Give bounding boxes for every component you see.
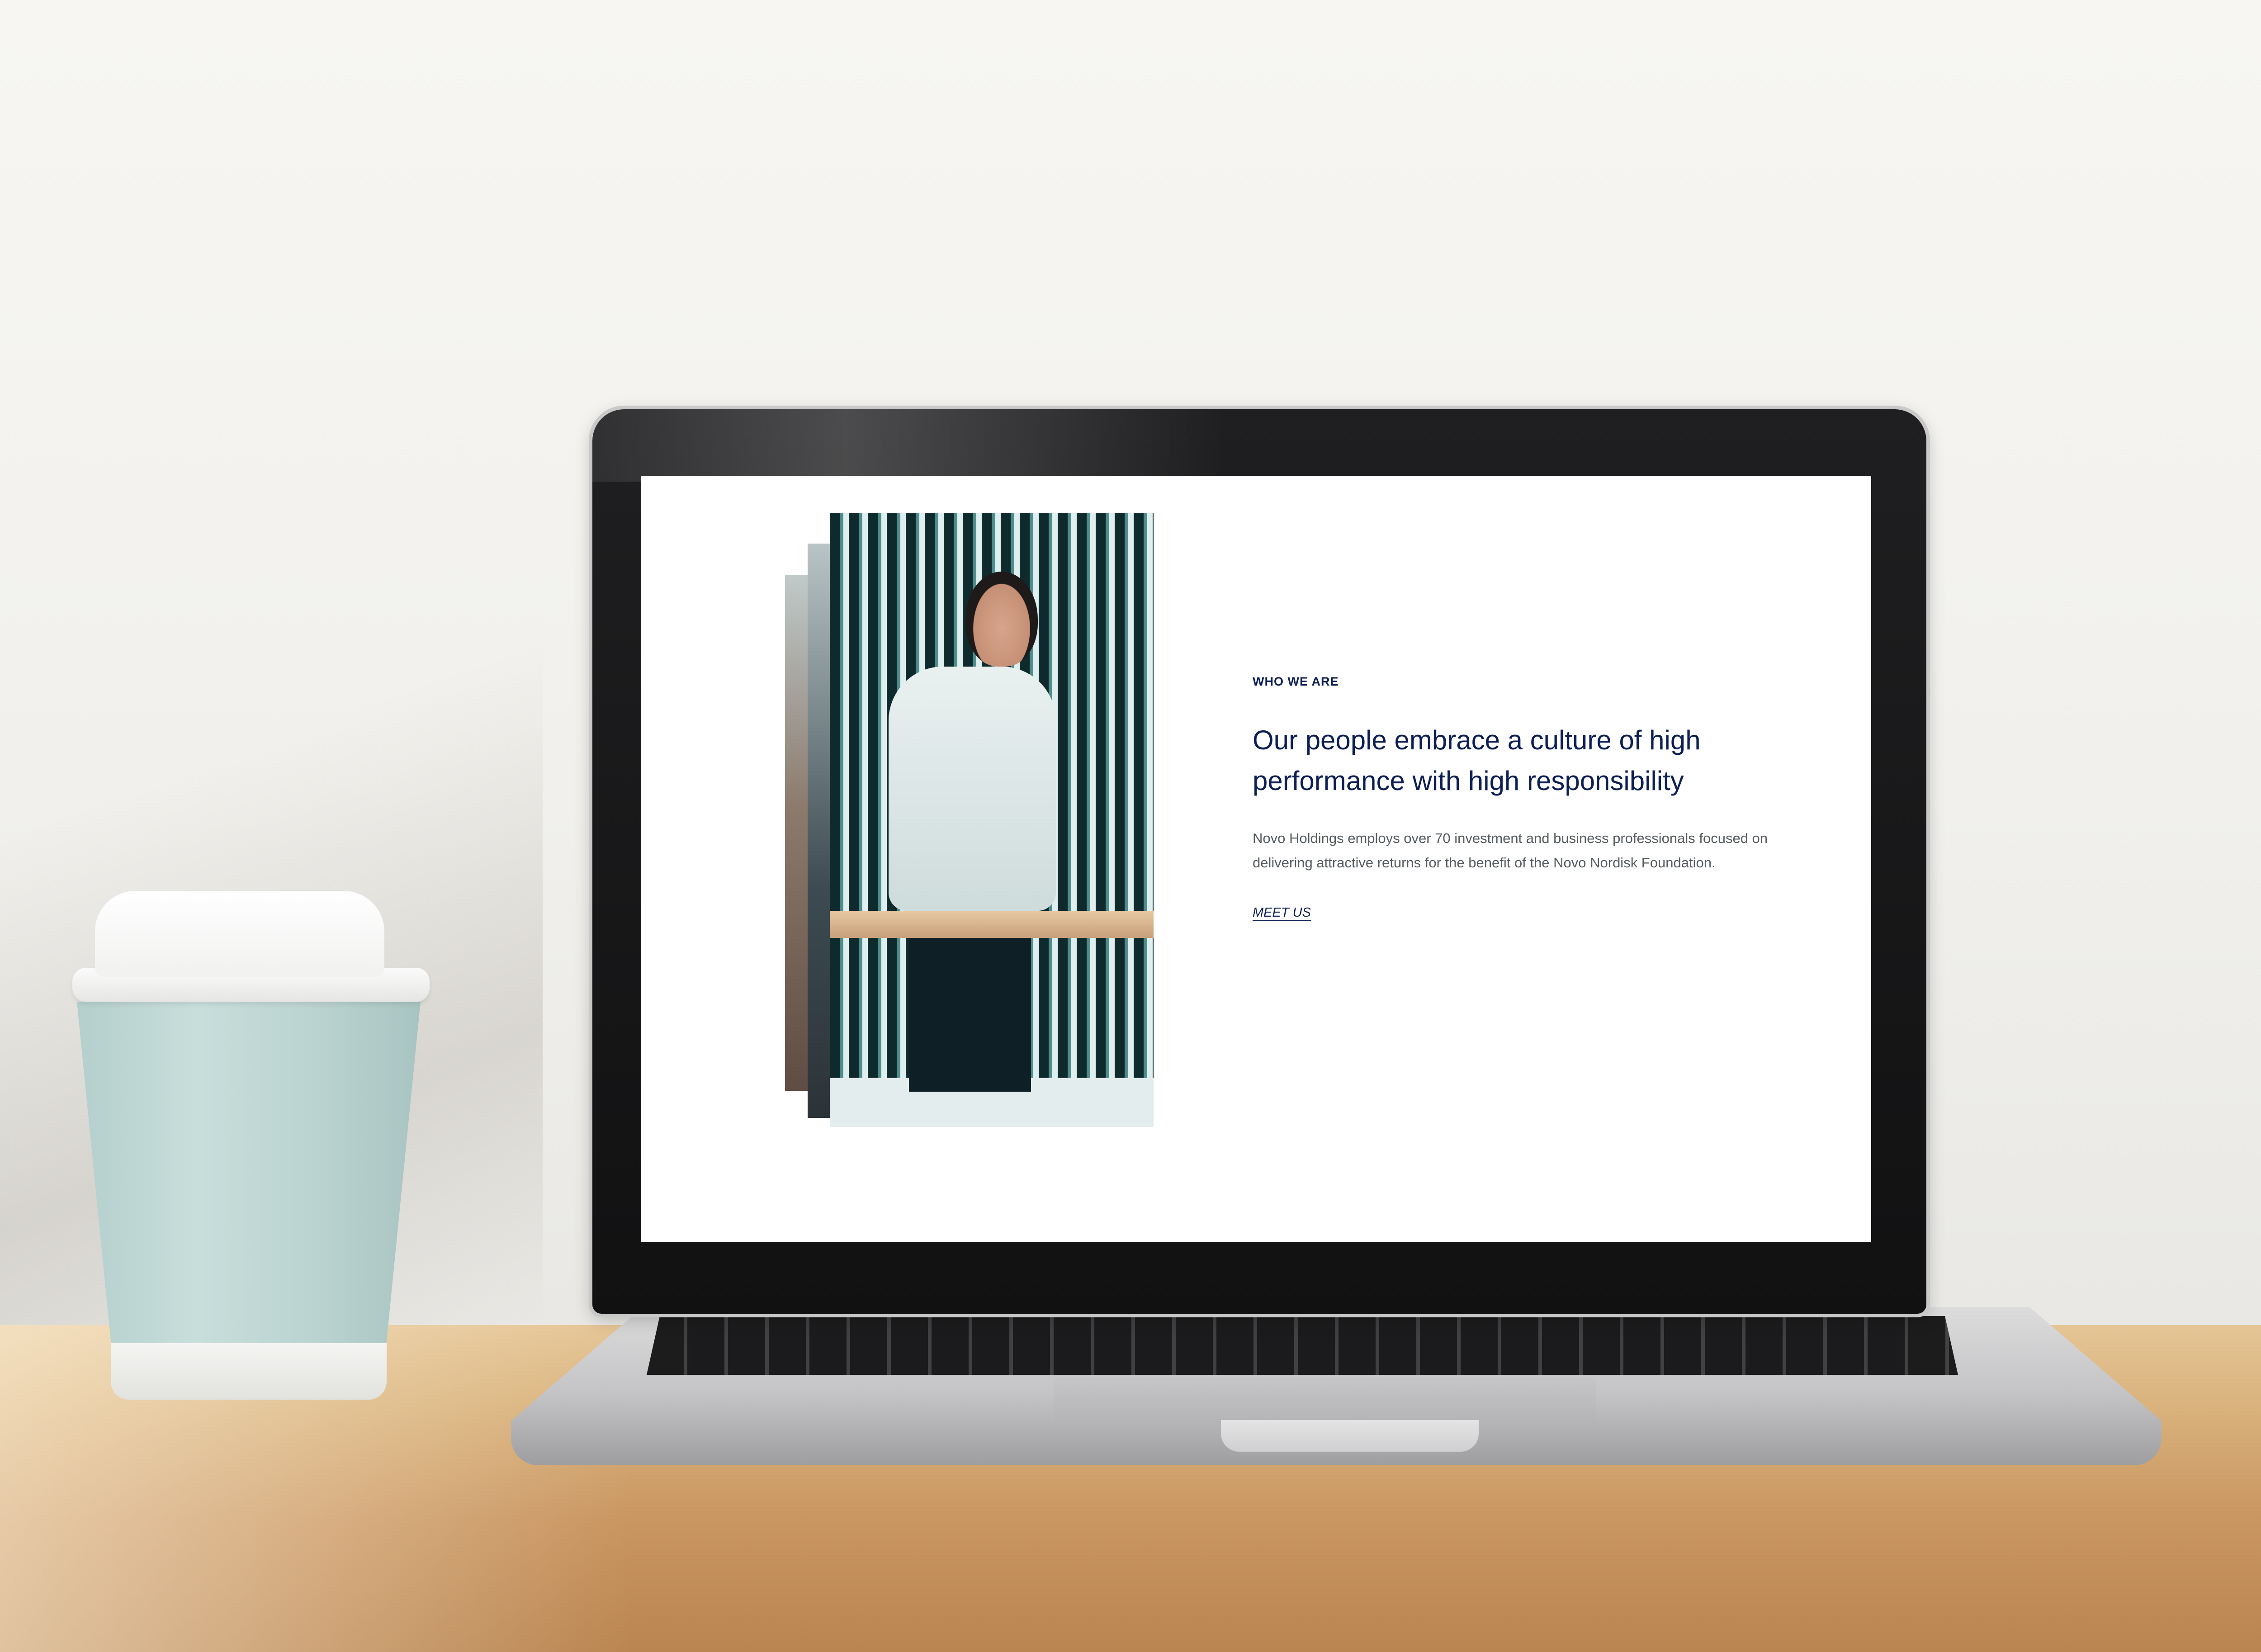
laptop-screen: WHO WE ARE Our people embrace a culture … bbox=[641, 476, 1871, 1242]
cup-lid bbox=[95, 891, 384, 977]
who-we-are-section: WHO WE ARE Our people embrace a culture … bbox=[1253, 476, 1818, 1242]
section-body: Novo Holdings employs over 70 investment… bbox=[1253, 830, 1768, 871]
cup-bottom bbox=[111, 1343, 387, 1400]
meet-us-link[interactable]: MEET US bbox=[1253, 905, 1311, 920]
laptop-trackpad bbox=[1054, 1377, 1596, 1422]
laptop-notch bbox=[1221, 1420, 1479, 1452]
lid-glare bbox=[592, 409, 1225, 482]
cup-body bbox=[77, 1002, 421, 1345]
team-photo bbox=[830, 513, 1154, 1127]
section-headline: Our people embrace a culture of high per… bbox=[1253, 725, 1701, 796]
photo-railing bbox=[830, 911, 1154, 938]
photo-person-shirt bbox=[889, 667, 1056, 911]
photo-person-head bbox=[965, 572, 1038, 667]
laptop-keyboard bbox=[647, 1316, 1958, 1375]
section-eyebrow: WHO WE ARE bbox=[1253, 675, 1339, 688]
photo-person-legs bbox=[909, 911, 1031, 1092]
